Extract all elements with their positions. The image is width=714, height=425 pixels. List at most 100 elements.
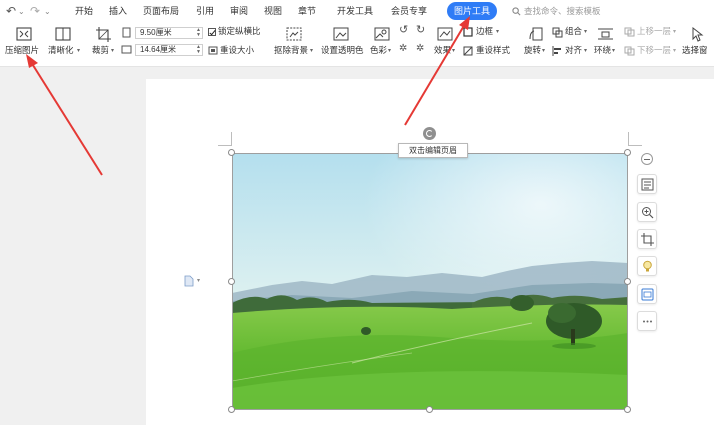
height-field[interactable]: 9.50厘米 ▲ ▼ — [135, 27, 203, 39]
resize-handle-bottom[interactable] — [426, 406, 433, 413]
undo-icon[interactable]: ↶ — [6, 3, 16, 19]
crop-icon[interactable] — [96, 27, 111, 42]
tab-picture-tools[interactable]: 图片工具 — [447, 2, 497, 20]
send-backward-icon[interactable] — [624, 46, 635, 56]
color-dropdown-icon[interactable]: ▾ — [388, 46, 391, 57]
width-value: 14.64厘米 — [140, 45, 177, 54]
zoom-in-icon — [642, 207, 654, 219]
layout-options-button[interactable] — [637, 174, 657, 194]
resize-handle-top-right[interactable] — [624, 149, 631, 156]
remove-background-button[interactable]: 抠除背景 — [274, 45, 308, 56]
wrap-dropdown-icon[interactable]: ▾ — [612, 46, 615, 57]
resize-handle-bottom-left[interactable] — [228, 406, 235, 413]
height-value: 9.50厘米 — [140, 28, 172, 37]
selection-pane-icon[interactable] — [690, 27, 705, 42]
tab-references[interactable]: 引用 — [196, 3, 214, 19]
clarity-icon[interactable] — [55, 27, 71, 41]
lock-ratio-checkbox[interactable] — [208, 28, 216, 36]
width-icon — [121, 45, 132, 54]
wrap-icon[interactable] — [598, 27, 613, 41]
redo-icon[interactable]: ↷ — [30, 3, 40, 19]
send-backward-button[interactable]: 下移一层 — [637, 45, 671, 56]
clarity-button[interactable]: 清晰化 — [48, 45, 74, 56]
width-stepper[interactable]: ▲ ▼ — [196, 45, 201, 55]
crop-dropdown-icon[interactable]: ▾ — [111, 46, 114, 57]
picture-to-text-button[interactable] — [637, 284, 657, 304]
page-corner-mark — [628, 132, 642, 146]
height-icon — [122, 27, 131, 38]
brightness-down-icon[interactable]: ✲ — [416, 43, 424, 54]
tab-review[interactable]: 审阅 — [230, 3, 248, 19]
picture-text-icon — [641, 288, 654, 301]
reset-size-icon[interactable] — [208, 46, 218, 55]
width-field[interactable]: 14.64厘米 ▲ ▼ — [135, 44, 203, 56]
send-backward-dropdown-icon[interactable]: ▾ — [673, 46, 676, 57]
border-button[interactable]: 边框 — [476, 26, 493, 37]
clarity-dropdown-icon[interactable]: ▾ — [77, 46, 80, 57]
group-button[interactable]: 组合 — [565, 26, 582, 37]
remove-background-icon[interactable] — [286, 27, 302, 42]
effect-dropdown-icon[interactable]: ▾ — [452, 46, 455, 57]
reset-style-button[interactable]: 重设样式 — [476, 45, 510, 56]
wrap-button[interactable]: 环绕 — [594, 45, 611, 56]
rotate-left-icon[interactable]: ↺ — [399, 25, 408, 36]
tab-view[interactable]: 视图 — [264, 3, 282, 19]
compress-picture-icon[interactable] — [16, 27, 32, 41]
selected-picture[interactable] — [232, 153, 628, 410]
more-options-button[interactable] — [637, 311, 657, 331]
effect-icon[interactable] — [437, 27, 453, 42]
bring-forward-icon[interactable] — [624, 27, 635, 37]
bring-forward-dropdown-icon[interactable]: ▾ — [673, 27, 676, 38]
reset-size-button[interactable]: 重设大小 — [220, 45, 254, 56]
collapse-toolbar-icon[interactable] — [641, 153, 653, 165]
color-button[interactable]: 色彩 — [370, 45, 387, 56]
tab-sections[interactable]: 章节 — [298, 3, 316, 19]
reset-style-icon[interactable] — [463, 46, 473, 56]
bring-forward-button[interactable]: 上移一层 — [637, 26, 671, 37]
group-icon[interactable] — [552, 27, 563, 38]
document-layout-icon[interactable] — [184, 275, 194, 287]
group-dropdown-icon[interactable]: ▾ — [584, 27, 587, 38]
set-transparent-icon[interactable] — [333, 27, 349, 42]
search-box[interactable]: 查找命令、搜索模板 — [512, 4, 601, 18]
resize-handle-top-left[interactable] — [228, 149, 235, 156]
effect-button[interactable]: 效果 — [434, 45, 451, 56]
tab-developer[interactable]: 开发工具 — [337, 3, 373, 19]
align-button[interactable]: 对齐 — [565, 45, 582, 56]
rotate-icon[interactable] — [528, 27, 544, 42]
tab-home[interactable]: 开始 — [75, 3, 93, 19]
layout-dropdown-icon[interactable]: ▾ — [197, 276, 200, 287]
tab-page-layout[interactable]: 页面布局 — [143, 3, 179, 19]
resize-handle-right[interactable] — [624, 278, 631, 285]
rotate-right-icon[interactable]: ↻ — [416, 25, 425, 36]
compress-picture-button[interactable]: 压缩图片 — [5, 45, 39, 56]
tab-insert[interactable]: 插入 — [109, 3, 127, 19]
picture-tips-button[interactable] — [637, 256, 657, 276]
set-transparent-button[interactable]: 设置透明色 — [321, 45, 364, 56]
resize-handle-bottom-right[interactable] — [624, 406, 631, 413]
crop-button[interactable]: 裁剪 — [92, 45, 109, 56]
crop-icon — [641, 233, 654, 246]
more-icon — [643, 320, 652, 323]
selection-pane-button[interactable]: 选择窗 — [682, 45, 708, 56]
layout-options-icon — [641, 178, 654, 191]
zoom-picture-button[interactable] — [637, 202, 657, 222]
border-icon[interactable] — [463, 27, 473, 37]
brightness-up-icon[interactable]: ✲ — [399, 43, 407, 54]
border-dropdown-icon[interactable]: ▾ — [496, 27, 499, 38]
tab-member[interactable]: 会员专享 — [391, 3, 427, 19]
side-crop-button[interactable] — [637, 229, 657, 249]
rotate-handle-icon[interactable] — [423, 127, 436, 140]
resize-handle-left[interactable] — [228, 278, 235, 285]
align-icon[interactable] — [552, 46, 563, 56]
height-stepper[interactable]: ▲ ▼ — [196, 28, 201, 38]
page-corner-mark — [218, 132, 232, 146]
rotate-button[interactable]: 旋转 — [524, 45, 541, 56]
lightbulb-icon — [643, 260, 652, 272]
more-icon[interactable]: ⌄ — [44, 3, 51, 19]
undo-dropdown-icon[interactable]: ⌄ — [18, 3, 25, 19]
color-icon[interactable] — [374, 27, 390, 42]
rotate-dropdown-icon[interactable]: ▾ — [542, 46, 545, 57]
align-dropdown-icon[interactable]: ▾ — [584, 46, 587, 57]
remove-background-dropdown-icon[interactable]: ▾ — [310, 46, 313, 57]
